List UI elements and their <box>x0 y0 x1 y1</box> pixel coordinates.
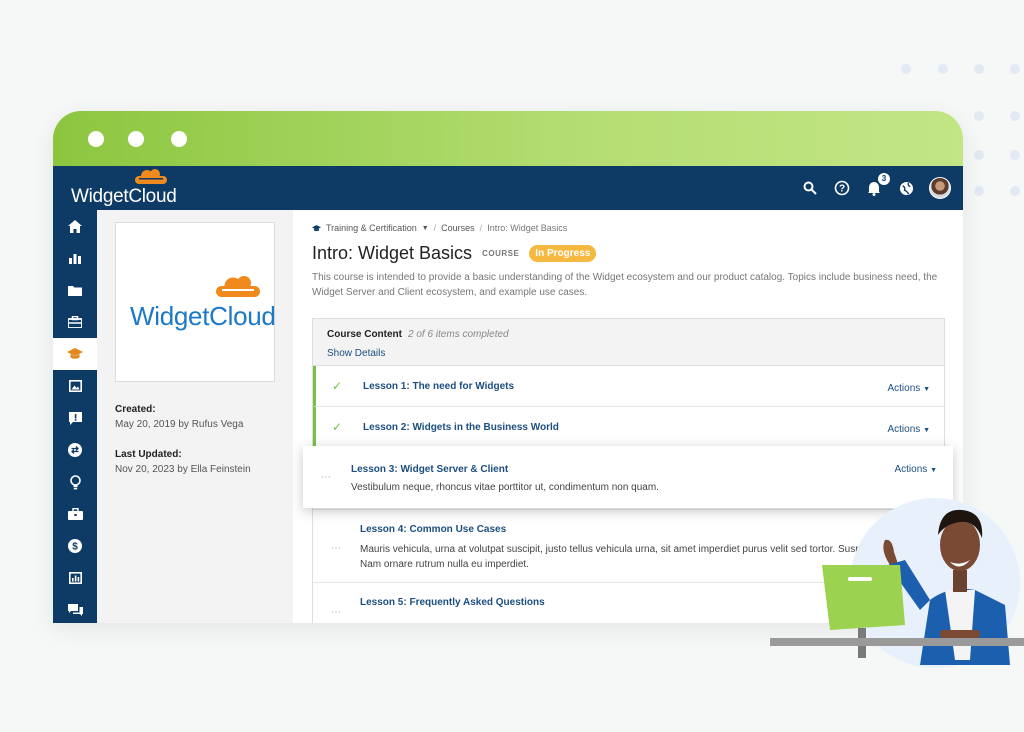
window-dot <box>88 131 104 147</box>
svg-text:$: $ <box>72 542 78 553</box>
created-label: Created: <box>115 404 156 415</box>
breadcrumb: Training & Certification ▼ / Courses / I… <box>312 223 567 233</box>
thumbnail-brand-name: WidgetCloud <box>130 301 276 331</box>
nav-folder-icon[interactable] <box>53 274 97 306</box>
nav-lightbulb-icon[interactable] <box>53 466 97 498</box>
breadcrumb-current: Intro: Widget Basics <box>487 223 568 233</box>
window-dot <box>171 131 187 147</box>
drag-handle-icon[interactable]: ⋯ <box>331 607 342 618</box>
nav-alert-icon[interactable] <box>53 402 97 434</box>
actions-dropdown[interactable]: Actions ▼ <box>887 424 930 435</box>
cloud-logo-icon <box>135 169 167 184</box>
created-value: May 20, 2019 by Rufus Vega <box>115 419 244 430</box>
lesson-title[interactable]: Lesson 1: The need for Widgets <box>363 381 514 392</box>
content-heading: Course Content <box>327 329 402 340</box>
help-icon[interactable]: ? <box>833 179 851 197</box>
lesson-row[interactable]: ✓ Lesson 2: Widgets in the Business Worl… <box>313 407 944 448</box>
caret-down-icon: ▼ <box>930 467 937 474</box>
bell-icon[interactable]: 3 <box>865 173 890 197</box>
chevron-down-icon[interactable]: ▼ <box>422 225 429 232</box>
drag-handle-icon[interactable]: ⋯ <box>331 543 342 554</box>
breadcrumb-root[interactable]: Training & Certification <box>326 223 417 233</box>
course-thumbnail: WidgetCloud <box>115 222 276 382</box>
progress-text: 2 of 6 items completed <box>408 329 509 340</box>
side-navigation: $ <box>53 210 97 623</box>
created-meta: Created: May 20, 2019 by Rufus Vega <box>115 404 243 430</box>
nav-swap-icon[interactable] <box>53 434 97 466</box>
avatar[interactable] <box>929 177 951 199</box>
check-icon: ✓ <box>332 420 343 434</box>
caret-down-icon: ▼ <box>923 427 930 434</box>
actions-dropdown[interactable]: Actions ▼ <box>887 383 930 394</box>
nav-bar-chart-icon[interactable] <box>53 242 97 274</box>
lesson-title[interactable]: Lesson 5: Frequently Asked Questions <box>360 597 545 608</box>
window-dot <box>128 131 144 147</box>
window-chrome <box>53 111 963 166</box>
nav-toolbox-icon[interactable] <box>53 306 97 338</box>
breadcrumb-courses[interactable]: Courses <box>441 223 475 233</box>
search-icon[interactable] <box>801 179 819 197</box>
show-details-link[interactable]: Show Details <box>327 348 930 359</box>
nav-home-icon[interactable] <box>53 210 97 242</box>
lesson-row[interactable]: ✓ Lesson 1: The need for Widgets Actions… <box>313 366 944 407</box>
nav-graduation-cap-icon[interactable] <box>53 338 97 370</box>
breadcrumb-separator: / <box>479 223 483 233</box>
course-type-tag: COURSE <box>482 249 520 258</box>
status-badge: In Progress <box>529 245 597 262</box>
svg-text:?: ? <box>839 184 845 195</box>
updated-meta: Last Updated: Nov 20, 2023 by Ella Feins… <box>115 449 251 475</box>
nav-chat-icon[interactable] <box>53 594 97 623</box>
updated-label: Last Updated: <box>115 449 182 460</box>
nav-briefcase-icon[interactable] <box>53 498 97 530</box>
lesson-title[interactable]: Lesson 4: Common Use Cases <box>360 524 506 535</box>
lesson-title[interactable]: Lesson 2: Widgets in the Business World <box>363 422 559 433</box>
updated-value: Nov 20, 2023 by Ella Feinstein <box>115 464 251 475</box>
notification-badge: 3 <box>878 173 890 185</box>
course-description: This course is intended to provide a bas… <box>312 272 938 298</box>
course-info-panel: WidgetCloud Created: May 20, 2019 by Ruf… <box>97 210 293 623</box>
cloud-logo-icon <box>216 276 260 297</box>
check-icon: ✓ <box>332 379 343 393</box>
top-navbar: WidgetCloud ? 3 <box>53 166 963 210</box>
globe-icon[interactable] <box>897 179 915 197</box>
graduation-cap-icon <box>312 224 321 231</box>
course-content-header: Course Content 2 of 6 items completed Sho… <box>313 319 944 366</box>
breadcrumb-separator: / <box>433 223 437 233</box>
brand-name: WidgetCloud <box>71 186 177 207</box>
nav-dollar-icon[interactable]: $ <box>53 530 97 562</box>
person-illustration <box>770 490 1024 680</box>
lesson-description: Vestibulum neque, rhoncus vitae porttito… <box>351 482 659 493</box>
page-title: Intro: Widget Basics <box>312 243 473 263</box>
nav-image-icon[interactable] <box>53 370 97 402</box>
caret-down-icon: ▼ <box>923 386 930 393</box>
drag-handle-icon[interactable]: ⋯ <box>321 472 332 483</box>
lesson-title[interactable]: Lesson 3: Widget Server & Client <box>351 464 508 475</box>
actions-dropdown[interactable]: Actions ▼ <box>894 464 937 475</box>
nav-report-icon[interactable] <box>53 562 97 594</box>
